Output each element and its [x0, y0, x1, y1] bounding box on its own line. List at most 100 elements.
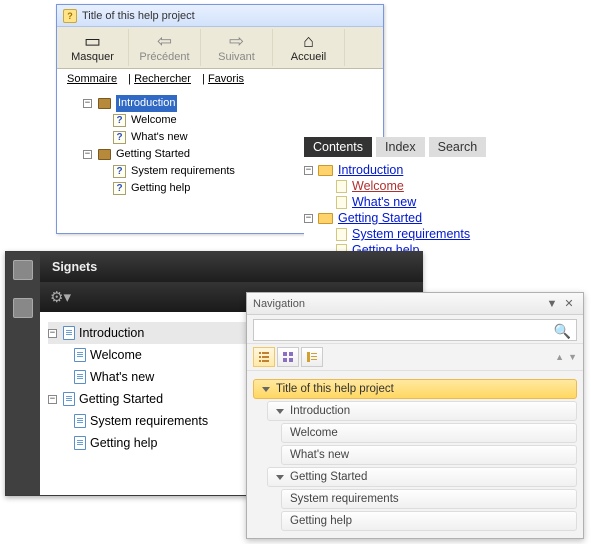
folder-open-icon — [318, 213, 333, 224]
help-page-icon: ? — [113, 182, 126, 195]
navigation-pane: Navigation ▼ ✕ 🔍 ▲ ▼ Title of this help … — [246, 292, 584, 539]
tree-label: Welcome — [90, 345, 142, 365]
tree-label: Getting Started — [79, 389, 163, 409]
tree-item-welcome[interactable]: Welcome — [336, 179, 574, 193]
tree-item-getting-started[interactable]: − Getting Started — [304, 211, 574, 225]
tabs-row: Contents Index Search — [304, 137, 574, 157]
expand-icon — [276, 409, 284, 414]
tab-index[interactable]: Index — [376, 137, 425, 157]
search-icon[interactable]: 🔍 — [554, 323, 571, 340]
tree-item-introduction[interactable]: − Introduction — [83, 95, 383, 112]
home-button[interactable]: ⌂ Accueil — [273, 29, 345, 66]
tab-favoris[interactable]: Favoris — [208, 73, 244, 85]
search-row: 🔍 — [247, 315, 583, 343]
close-icon[interactable]: ✕ — [561, 297, 577, 311]
tree-label: What's new — [131, 129, 188, 146]
window-titlebar: ? Title of this help project — [57, 5, 383, 27]
book-icon — [98, 98, 111, 109]
home-label: Accueil — [291, 51, 326, 63]
nav-label: Getting Started — [290, 471, 367, 483]
search-input[interactable] — [253, 319, 577, 341]
dropdown-icon[interactable]: ▼ — [544, 297, 560, 311]
bookmarks-icon[interactable] — [13, 298, 33, 318]
nav-item-sysreq[interactable]: System requirements — [281, 489, 577, 509]
nav-item-welcome[interactable]: Welcome — [281, 423, 577, 443]
nav-label: What's new — [290, 449, 349, 461]
document-icon — [74, 414, 86, 428]
forward-label: Suivant — [218, 51, 255, 63]
hide-label: Masquer — [71, 51, 114, 63]
tree-label: System requirements — [131, 163, 235, 180]
pane-title: Navigation — [253, 298, 305, 310]
forward-button[interactable]: ⇨ Suivant — [201, 29, 273, 66]
expand-icon — [276, 475, 284, 480]
document-icon — [74, 370, 86, 384]
nav-label: Introduction — [290, 405, 350, 417]
view-tab-grid[interactable] — [277, 347, 299, 367]
pane-titlebar: Navigation ▼ ✕ — [247, 293, 583, 315]
page-icon — [336, 180, 347, 193]
nav-item-gethelp[interactable]: Getting help — [281, 511, 577, 531]
tree-label: What's new — [90, 367, 154, 387]
document-icon — [63, 392, 75, 406]
back-button[interactable]: ⇦ Précédent — [129, 29, 201, 66]
tabs-row: Sommaire | Rechercher | Favoris — [57, 69, 383, 85]
nav-label: Getting help — [290, 515, 352, 527]
down-icon[interactable]: ▼ — [568, 352, 577, 362]
document-icon — [74, 436, 86, 450]
up-icon[interactable]: ▲ — [555, 352, 564, 362]
home-icon: ⌂ — [303, 32, 314, 50]
hide-button[interactable]: ▭ Masquer — [57, 29, 129, 66]
tree-item-sysreq[interactable]: System requirements — [336, 227, 574, 241]
tree-item-welcome[interactable]: ?Welcome — [113, 112, 383, 129]
help-page-icon: ? — [113, 165, 126, 178]
view-tab-detail[interactable] — [301, 347, 323, 367]
gear-icon[interactable]: ⚙▾ — [50, 288, 71, 306]
book-icon — [98, 149, 111, 160]
side-rail — [6, 252, 40, 495]
document-icon — [63, 326, 75, 340]
nav-item-whatsnew[interactable]: What's new — [281, 445, 577, 465]
window-title: Title of this help project — [82, 10, 195, 22]
tab-rechercher[interactable]: Rechercher — [134, 73, 191, 85]
tree-link[interactable]: Welcome — [352, 179, 404, 193]
panel-title: Signets — [52, 260, 97, 274]
nav-item-root[interactable]: Title of this help project — [253, 379, 577, 399]
tab-search[interactable]: Search — [429, 137, 487, 157]
nav-arrows: ▲ ▼ — [555, 352, 577, 362]
page-icon — [336, 196, 347, 209]
tree-link[interactable]: Introduction — [338, 163, 403, 177]
collapse-icon[interactable]: − — [304, 166, 313, 175]
view-tab-list[interactable] — [253, 347, 275, 367]
tab-sommaire[interactable]: Sommaire — [67, 73, 117, 85]
tree-item-whatsnew[interactable]: What's new — [336, 195, 574, 209]
nav-label: Title of this help project — [276, 383, 394, 395]
tree-link[interactable]: Getting Started — [338, 211, 422, 225]
document-icon — [74, 348, 86, 362]
folder-open-icon — [318, 165, 333, 176]
tree-label: Getting help — [90, 433, 157, 453]
help-icon: ? — [63, 9, 77, 23]
collapse-icon[interactable]: − — [83, 99, 92, 108]
collapse-icon[interactable]: − — [304, 214, 313, 223]
nav-item-getting-started[interactable]: Getting Started — [267, 467, 577, 487]
arrow-right-icon: ⇨ — [229, 32, 244, 50]
collapse-icon[interactable]: − — [48, 329, 57, 338]
view-tabs: ▲ ▼ — [247, 343, 583, 371]
nav-label: System requirements — [290, 493, 399, 505]
collapse-icon[interactable]: − — [48, 395, 57, 404]
tree-label: Welcome — [131, 112, 177, 129]
nav-item-introduction[interactable]: Introduction — [267, 401, 577, 421]
collapse-icon[interactable]: − — [83, 150, 92, 159]
tree-link[interactable]: System requirements — [352, 227, 470, 241]
tree-item-introduction[interactable]: − Introduction — [304, 163, 574, 177]
toolbar: ▭ Masquer ⇦ Précédent ⇨ Suivant ⌂ Accuei… — [57, 27, 383, 69]
pages-icon[interactable] — [13, 260, 33, 280]
tree-label: Introduction — [116, 95, 177, 112]
tree-link[interactable]: What's new — [352, 195, 416, 209]
panel-header: Signets — [40, 252, 423, 282]
tab-contents[interactable]: Contents — [304, 137, 372, 157]
page-icon — [336, 228, 347, 241]
arrow-left-icon: ⇦ — [157, 32, 172, 50]
back-label: Précédent — [139, 51, 189, 63]
